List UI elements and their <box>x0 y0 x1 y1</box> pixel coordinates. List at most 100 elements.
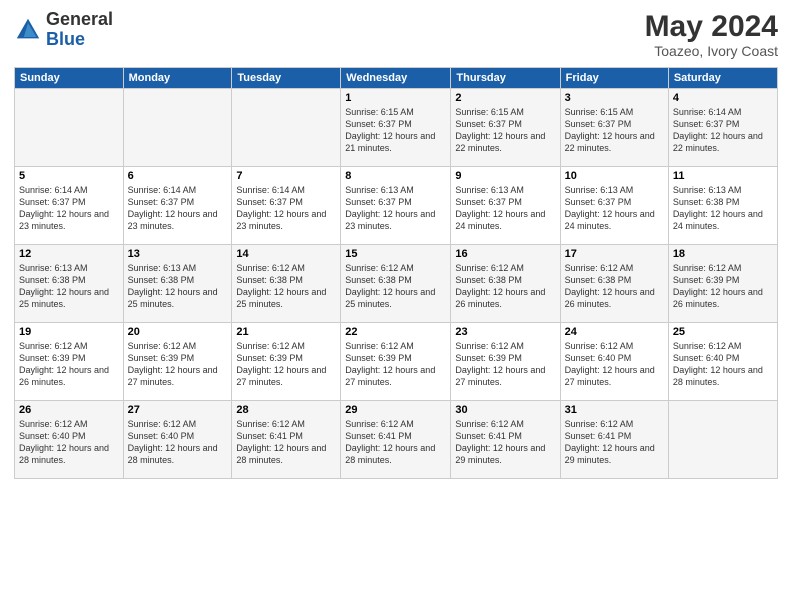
logo-text: General Blue <box>46 10 113 50</box>
calendar-table: SundayMondayTuesdayWednesdayThursdayFrid… <box>14 67 778 479</box>
day-cell: 11Sunrise: 6:13 AM Sunset: 6:38 PM Dayli… <box>668 167 777 245</box>
day-info: Sunrise: 6:12 AM Sunset: 6:41 PM Dayligh… <box>236 418 336 467</box>
day-cell: 20 Sunrise: 6:12 AM Sunset: 6:39 PM Dayli… <box>123 323 232 401</box>
header-sunday: Sunday <box>15 68 124 89</box>
logo: General Blue <box>14 10 113 50</box>
day-cell: 8Sunrise: 6:13 AM Sunset: 6:37 PM Daylig… <box>341 167 451 245</box>
day-cell: 14 Sunrise: 6:12 AM Sunset: 6:38 PM Dayli… <box>232 245 341 323</box>
day-cell: 24Sunrise: 6:12 AM Sunset: 6:40 PM Dayli… <box>560 323 668 401</box>
day-info: Sunrise: 6:12 AM Sunset: 6:38 PM Dayligh… <box>236 262 336 311</box>
day-info: Sunrise: 6:13 AM Sunset: 6:37 PM Dayligh… <box>565 184 664 233</box>
day-info: Sunrise: 6:14 AM Sunset: 6:37 PM Dayligh… <box>673 106 773 155</box>
header-friday: Friday <box>560 68 668 89</box>
day-info: Sunrise: 6:12 AM Sunset: 6:39 PM Dayligh… <box>345 340 446 389</box>
day-number: 9 <box>455 170 555 182</box>
day-cell: 21Sunrise: 6:12 AM Sunset: 6:39 PM Dayli… <box>232 323 341 401</box>
day-number: 2 <box>455 92 555 104</box>
day-cell: 15 Sunrise: 6:12 AM Sunset: 6:38 PM Dayli… <box>341 245 451 323</box>
day-number: 7 <box>236 170 336 182</box>
day-cell: 6 Sunrise: 6:14 AM Sunset: 6:37 PM Daylig… <box>123 167 232 245</box>
day-info: Sunrise: 6:12 AM Sunset: 6:38 PM Dayligh… <box>565 262 664 311</box>
logo-blue: Blue <box>46 29 85 49</box>
day-number: 22 <box>345 326 446 338</box>
day-number: 18 <box>673 248 773 260</box>
day-info: Sunrise: 6:12 AM Sunset: 6:39 PM Dayligh… <box>673 262 773 311</box>
day-number: 14 <box>236 248 336 260</box>
day-info: Sunrise: 6:12 AM Sunset: 6:39 PM Dayligh… <box>19 340 119 389</box>
day-cell: 29 Sunrise: 6:12 AM Sunset: 6:41 PM Dayli… <box>341 401 451 479</box>
day-cell: 26 Sunrise: 6:12 AM Sunset: 6:40 PM Dayli… <box>15 401 124 479</box>
week-row-3: 12 Sunrise: 6:13 AM Sunset: 6:38 PM Dayli… <box>15 245 778 323</box>
day-number: 17 <box>565 248 664 260</box>
day-cell <box>668 401 777 479</box>
day-info: Sunrise: 6:12 AM Sunset: 6:39 PM Dayligh… <box>455 340 555 389</box>
day-info: Sunrise: 6:14 AM Sunset: 6:37 PM Dayligh… <box>19 184 119 233</box>
day-info: Sunrise: 6:12 AM Sunset: 6:40 PM Dayligh… <box>673 340 773 389</box>
day-cell: 13 Sunrise: 6:13 AM Sunset: 6:38 PM Dayli… <box>123 245 232 323</box>
day-info: Sunrise: 6:12 AM Sunset: 6:40 PM Dayligh… <box>19 418 119 467</box>
week-row-4: 19 Sunrise: 6:12 AM Sunset: 6:39 PM Dayli… <box>15 323 778 401</box>
day-number: 31 <box>565 404 664 416</box>
day-info: Sunrise: 6:13 AM Sunset: 6:37 PM Dayligh… <box>345 184 446 233</box>
day-info: Sunrise: 6:14 AM Sunset: 6:37 PM Dayligh… <box>128 184 228 233</box>
day-number: 1 <box>345 92 446 104</box>
day-header-row: SundayMondayTuesdayWednesdayThursdayFrid… <box>15 68 778 89</box>
page: General Blue May 2024 Toazeo, Ivory Coas… <box>0 0 792 612</box>
day-info: Sunrise: 6:12 AM Sunset: 6:40 PM Dayligh… <box>128 418 228 467</box>
day-number: 11 <box>673 170 773 182</box>
header-wednesday: Wednesday <box>341 68 451 89</box>
day-cell: 25 Sunrise: 6:12 AM Sunset: 6:40 PM Dayli… <box>668 323 777 401</box>
day-cell <box>15 89 124 167</box>
day-number: 3 <box>565 92 664 104</box>
header: General Blue May 2024 Toazeo, Ivory Coas… <box>14 10 778 59</box>
day-number: 13 <box>128 248 228 260</box>
day-number: 12 <box>19 248 119 260</box>
day-number: 27 <box>128 404 228 416</box>
day-info: Sunrise: 6:13 AM Sunset: 6:38 PM Dayligh… <box>128 262 228 311</box>
day-number: 29 <box>345 404 446 416</box>
day-info: Sunrise: 6:14 AM Sunset: 6:37 PM Dayligh… <box>236 184 336 233</box>
day-number: 21 <box>236 326 336 338</box>
day-cell: 30 Sunrise: 6:12 AM Sunset: 6:41 PM Dayli… <box>451 401 560 479</box>
header-saturday: Saturday <box>668 68 777 89</box>
day-cell: 23 Sunrise: 6:12 AM Sunset: 6:39 PM Dayli… <box>451 323 560 401</box>
day-cell: 3 Sunrise: 6:15 AM Sunset: 6:37 PM Daylig… <box>560 89 668 167</box>
title-area: May 2024 Toazeo, Ivory Coast <box>645 10 778 59</box>
day-number: 10 <box>565 170 664 182</box>
header-tuesday: Tuesday <box>232 68 341 89</box>
day-number: 26 <box>19 404 119 416</box>
logo-general: General <box>46 9 113 29</box>
day-info: Sunrise: 6:12 AM Sunset: 6:41 PM Dayligh… <box>565 418 664 467</box>
week-row-5: 26 Sunrise: 6:12 AM Sunset: 6:40 PM Dayli… <box>15 401 778 479</box>
day-cell: 31 Sunrise: 6:12 AM Sunset: 6:41 PM Dayli… <box>560 401 668 479</box>
day-cell: 5Sunrise: 6:14 AM Sunset: 6:37 PM Daylig… <box>15 167 124 245</box>
day-cell: 10 Sunrise: 6:13 AM Sunset: 6:37 PM Dayli… <box>560 167 668 245</box>
day-cell: 19 Sunrise: 6:12 AM Sunset: 6:39 PM Dayli… <box>15 323 124 401</box>
day-cell: 1Sunrise: 6:15 AM Sunset: 6:37 PM Daylig… <box>341 89 451 167</box>
day-number: 20 <box>128 326 228 338</box>
day-cell <box>123 89 232 167</box>
day-number: 30 <box>455 404 555 416</box>
day-info: Sunrise: 6:12 AM Sunset: 6:40 PM Dayligh… <box>565 340 664 389</box>
day-number: 15 <box>345 248 446 260</box>
day-info: Sunrise: 6:12 AM Sunset: 6:41 PM Dayligh… <box>345 418 446 467</box>
month-year: May 2024 <box>645 10 778 43</box>
day-number: 19 <box>19 326 119 338</box>
day-info: Sunrise: 6:15 AM Sunset: 6:37 PM Dayligh… <box>565 106 664 155</box>
day-cell: 22 Sunrise: 6:12 AM Sunset: 6:39 PM Dayli… <box>341 323 451 401</box>
header-thursday: Thursday <box>451 68 560 89</box>
day-info: Sunrise: 6:12 AM Sunset: 6:41 PM Dayligh… <box>455 418 555 467</box>
day-cell: 18 Sunrise: 6:12 AM Sunset: 6:39 PM Dayli… <box>668 245 777 323</box>
day-info: Sunrise: 6:12 AM Sunset: 6:39 PM Dayligh… <box>128 340 228 389</box>
day-info: Sunrise: 6:12 AM Sunset: 6:38 PM Dayligh… <box>455 262 555 311</box>
day-info: Sunrise: 6:13 AM Sunset: 6:38 PM Dayligh… <box>19 262 119 311</box>
day-number: 25 <box>673 326 773 338</box>
day-cell: 2Sunrise: 6:15 AM Sunset: 6:37 PM Daylig… <box>451 89 560 167</box>
day-number: 6 <box>128 170 228 182</box>
location: Toazeo, Ivory Coast <box>645 43 778 59</box>
day-info: Sunrise: 6:12 AM Sunset: 6:38 PM Dayligh… <box>345 262 446 311</box>
day-number: 23 <box>455 326 555 338</box>
day-cell: 28Sunrise: 6:12 AM Sunset: 6:41 PM Dayli… <box>232 401 341 479</box>
day-cell: 17 Sunrise: 6:12 AM Sunset: 6:38 PM Dayli… <box>560 245 668 323</box>
week-row-1: 1 Sunrise: 6:15 AM Sunset: 6:37 PM Daylig… <box>15 89 778 167</box>
